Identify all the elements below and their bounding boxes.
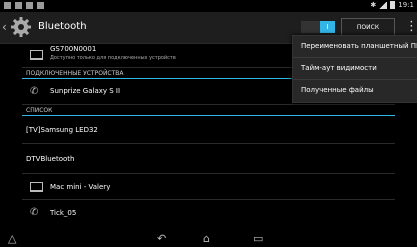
notification-icon	[15, 2, 22, 9]
status-bar: ✱ 19:1	[0, 0, 417, 12]
page-title: Bluetooth	[38, 21, 87, 32]
notification-icon	[4, 2, 11, 9]
notification-icons	[4, 2, 44, 9]
notification-icon	[26, 2, 33, 9]
laptop-icon	[30, 182, 43, 192]
device-name: Sunprize Galaxy S II	[50, 87, 121, 95]
navigation-bar: △ ↶ ⌂ ▭	[0, 229, 417, 247]
clock: 19:1	[398, 1, 414, 9]
overflow-menu: Переименовать планшетный ПК Тайм-аут вид…	[292, 35, 417, 103]
device-name: DTVBluetooth	[26, 155, 75, 163]
back-arrow-icon[interactable]: ‹	[2, 21, 7, 33]
keyboard-hide-icon[interactable]: △	[8, 233, 16, 244]
available-section-header: СПИСОК	[26, 107, 53, 114]
menu-item-rename-tablet[interactable]: Переименовать планшетный ПК	[293, 36, 417, 58]
settings-gear-icon[interactable]	[10, 16, 32, 38]
home-icon[interactable]: ⌂	[203, 233, 210, 244]
own-device-visibility: Доступно только для подключенных устройс…	[50, 55, 176, 61]
available-section: СПИСОК	[22, 105, 395, 116]
phone-icon: ✆	[30, 207, 39, 218]
bluetooth-status-icon: ✱	[370, 1, 377, 9]
bluetooth-toggle[interactable]: I	[301, 21, 335, 33]
system-icons: ✱ 19:1	[370, 1, 414, 9]
list-item[interactable]: Mac mini - Valery	[22, 174, 395, 200]
list-item[interactable]: [TV]Samsung LED32	[22, 116, 395, 144]
device-name: [TV]Samsung LED32	[26, 126, 98, 134]
menu-item-visibility-timeout[interactable]: Тайм-аут видимости	[293, 58, 417, 80]
paired-section-header: ПОДКЛЮЧЕННЫЕ УСТРОЙСТВА	[26, 70, 124, 77]
device-name: Tick_05	[50, 209, 77, 217]
device-name: Mac mini - Valery	[50, 183, 111, 191]
list-item[interactable]: ✆ Tick_05	[22, 200, 395, 226]
overflow-menu-icon[interactable]: ⋮	[405, 20, 417, 36]
back-icon[interactable]: ↶	[157, 233, 166, 244]
wifi-icon	[379, 1, 388, 9]
menu-item-received-files[interactable]: Полученные файлы	[293, 80, 417, 101]
toggle-knob: I	[320, 21, 335, 33]
phone-icon: ✆	[30, 86, 39, 97]
laptop-icon	[30, 50, 43, 60]
list-item[interactable]: DTVBluetooth	[22, 144, 395, 174]
notification-icon	[37, 2, 44, 9]
recent-apps-icon[interactable]: ▭	[253, 233, 263, 244]
own-device-name: GS700N0001	[50, 45, 97, 53]
battery-icon	[390, 1, 396, 9]
